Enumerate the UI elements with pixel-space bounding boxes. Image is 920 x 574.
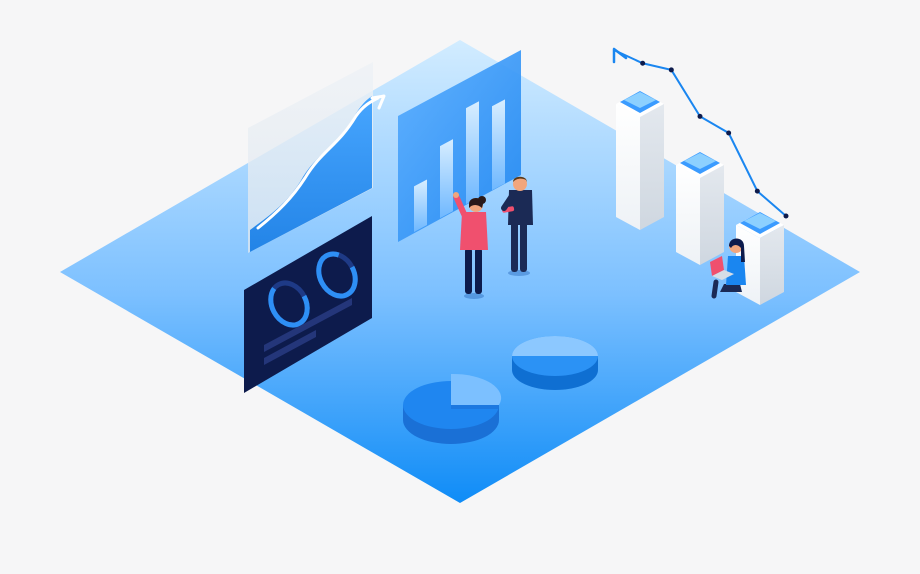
trend-point-6 (783, 213, 789, 219)
bar-1 (414, 179, 427, 232)
isometric-analytics-illustration (60, 40, 860, 503)
trend-point-2 (668, 67, 674, 73)
trend-point-4 (726, 130, 732, 136)
column-2 (676, 152, 724, 265)
trend-point-5 (754, 188, 760, 194)
column-1 (616, 91, 664, 230)
bar-4 (492, 99, 505, 191)
trend-point-1 (640, 60, 646, 66)
bar-3 (466, 101, 479, 205)
pie-chart-small (512, 336, 598, 390)
bar-2 (440, 139, 453, 219)
trend-point-3 (697, 113, 703, 119)
trend-arrow-icon (612, 47, 628, 64)
